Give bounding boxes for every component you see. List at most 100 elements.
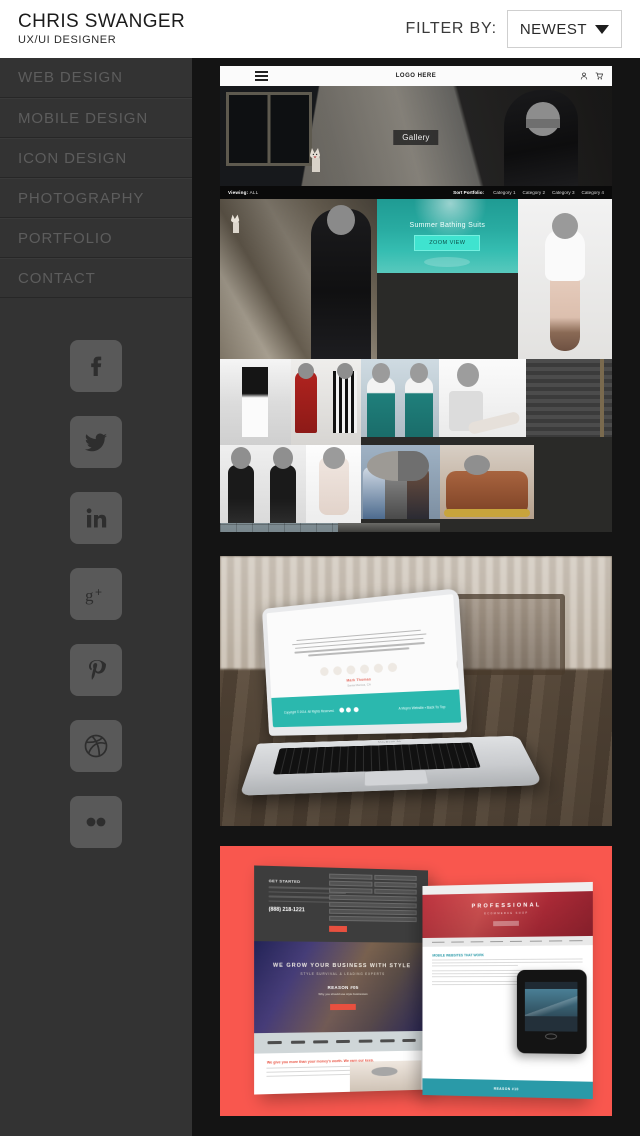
mock-topbar: LOGO HERE — [220, 66, 612, 86]
filter-zone: FILTER BY: NEWEST — [210, 10, 640, 48]
avatar[interactable] — [374, 663, 384, 673]
filter-dropdown[interactable]: NEWEST — [506, 10, 622, 48]
page-b-section-heading: MOBILE WEBSITES THAT WORK — [432, 952, 484, 958]
gallery-site-mockup: LOGO HERE Gallery Viewing: ALL Sort Port… — [220, 66, 612, 532]
avatar-active[interactable] — [457, 654, 462, 674]
sidebar-item-portfolio[interactable]: PORTFOLIO — [0, 218, 192, 258]
viewing-value: ALL — [249, 190, 259, 195]
mock-filter-bar: Viewing: ALL Sort Portfolio: Category 1 … — [220, 186, 612, 199]
viewing-label: Viewing: — [228, 190, 249, 195]
mock-logo: LOGO HERE — [395, 73, 437, 79]
sidebar-item-photography[interactable]: PHOTOGRAPHY — [0, 178, 192, 218]
page-b-hero-button[interactable] — [493, 921, 520, 927]
dribbble-link[interactable] — [70, 720, 122, 772]
sidebar-item-label: PHOTOGRAPHY — [18, 189, 145, 207]
hero-headline: WE GROW YOUR BUSINESS WITH STYLE — [273, 962, 412, 970]
gallery-tile-promo[interactable]: Summer Bathing Suits ZOOM VIEW — [376, 199, 518, 273]
portfolio-item-coral-mockup[interactable]: GET STARTED (888) 218-1221 WE GROW YOUR … — [220, 846, 612, 1116]
page-b-hero-sub: ECOMMERCE SHOP — [484, 911, 529, 916]
gallery-tile-dog[interactable] — [337, 523, 440, 532]
tile-figure-left — [367, 377, 396, 437]
flickr-link[interactable] — [70, 796, 122, 848]
phone-mockup — [516, 969, 587, 1055]
sidebar-item-contact[interactable]: CONTACT — [0, 258, 192, 298]
sidebar-item-mobile-design[interactable]: MOBILE DESIGN — [0, 98, 192, 138]
phone-home-button[interactable] — [545, 1032, 557, 1039]
gallery-tile-bw[interactable] — [220, 359, 291, 445]
webpage-mockup-b: PROFESSIONAL ECOMMERCE SHOP MOBILE WEBSI… — [422, 881, 594, 1100]
tile-head — [463, 455, 490, 475]
facebook-link[interactable] — [70, 340, 122, 392]
linkedin-link[interactable] — [70, 492, 122, 544]
contact-form[interactable] — [329, 873, 418, 932]
googleplus-link[interactable]: g + — [70, 568, 122, 620]
promo-caption: Summer Bathing Suits — [409, 221, 486, 229]
tile-dog-icon — [231, 214, 240, 233]
googleplus-icon: g + — [85, 585, 102, 605]
gallery-tile-red-coat[interactable] — [290, 359, 362, 445]
submit-button[interactable] — [329, 925, 348, 932]
brand-name: CHRIS SWANGER — [18, 11, 186, 32]
screen-content: Mark Thomas Santa Monica, CA — [267, 594, 462, 698]
twitter-link[interactable] — [70, 416, 122, 468]
portfolio-page: CHRIS SWANGER UX/UI DESIGNER FILTER BY: … — [0, 0, 640, 1136]
sidebar-item-label: CONTACT — [18, 269, 96, 287]
sort-portfolio-group: Sort Portfolio: Category 1 Category 2 Ca… — [453, 190, 604, 195]
category-3[interactable]: Category 3 — [552, 190, 574, 195]
gallery-tile-lace[interactable] — [306, 445, 362, 523]
filter-selected-value: NEWEST — [519, 20, 587, 38]
phone-screen — [525, 981, 578, 1032]
gallery-tile-sofa[interactable] — [439, 445, 534, 519]
bottom-photo — [350, 1060, 423, 1092]
category-1[interactable]: Category 1 — [493, 190, 515, 195]
gallery-tile-white-dress[interactable] — [517, 199, 612, 359]
gallery-tile-group[interactable] — [361, 445, 440, 519]
mock-hero: Gallery — [220, 86, 612, 186]
category-4[interactable]: Category 4 — [582, 190, 604, 195]
tile-figure — [242, 367, 269, 437]
gallery-tile-brick[interactable] — [220, 523, 338, 532]
sidebar-item-label: ICON DESIGN — [18, 149, 128, 167]
pinterest-link[interactable] — [70, 644, 122, 696]
filter-label: FILTER BY: — [405, 20, 497, 37]
viewing-status: Viewing: ALL — [228, 190, 258, 195]
gallery-tile-chair[interactable] — [439, 359, 526, 437]
avatar[interactable] — [320, 666, 330, 676]
avatar[interactable] — [347, 664, 357, 675]
pinterest-icon — [89, 660, 106, 680]
phone-statusbar — [525, 981, 578, 989]
sidebar-item-icon-design[interactable]: ICON DESIGN — [0, 138, 192, 178]
zoom-view-button[interactable]: ZOOM VIEW — [414, 234, 481, 251]
category-2[interactable]: Category 2 — [523, 190, 545, 195]
hero-cta-button[interactable] — [330, 1003, 357, 1010]
gallery-tile-pair[interactable] — [220, 445, 307, 523]
hero-window-decor — [226, 92, 312, 166]
tile-figure-right — [270, 465, 297, 523]
reason-label: REASON #05 — [327, 984, 359, 990]
gallery-tile-wall[interactable] — [220, 199, 377, 359]
webpage-mockup-a: GET STARTED (888) 218-1221 WE GROW YOUR … — [254, 865, 429, 1095]
page-b-hero-title: PROFESSIONAL — [471, 902, 542, 910]
hero-model-head — [526, 102, 560, 136]
gallery-tile-dark-wood[interactable] — [525, 359, 612, 437]
top-header: CHRIS SWANGER UX/UI DESIGNER FILTER BY: … — [0, 0, 640, 58]
mock-gallery-grid: Summer Bathing Suits ZOOM VIEW — [220, 199, 612, 532]
gallery-tile-teal-dresses[interactable] — [361, 359, 440, 437]
cart-icon[interactable] — [595, 72, 603, 80]
portfolio-item-laptop-mockup[interactable]: Mark Thomas Santa Monica, CA Copyright ©… — [220, 556, 612, 826]
phone-list — [525, 1015, 578, 1032]
tile-head — [457, 363, 480, 387]
mock-topbar-actions — [580, 72, 603, 80]
tile-figure-left — [228, 465, 254, 523]
user-icon[interactable] — [580, 72, 588, 80]
sidebar-item-web-design[interactable]: WEB DESIGN — [0, 58, 192, 98]
avatar[interactable] — [388, 662, 399, 673]
linkedin-icon — [86, 508, 107, 528]
screen-footer-social — [339, 707, 359, 714]
avatar[interactable] — [333, 665, 343, 676]
tile-head — [297, 363, 314, 379]
avatar[interactable] — [360, 664, 371, 674]
phone-chart — [525, 988, 578, 1017]
portfolio-item-gallery-site[interactable]: LOGO HERE Gallery Viewing: ALL Sort Port… — [220, 66, 612, 532]
laptop-scene: Mark Thomas Santa Monica, CA Copyright ©… — [220, 556, 612, 826]
